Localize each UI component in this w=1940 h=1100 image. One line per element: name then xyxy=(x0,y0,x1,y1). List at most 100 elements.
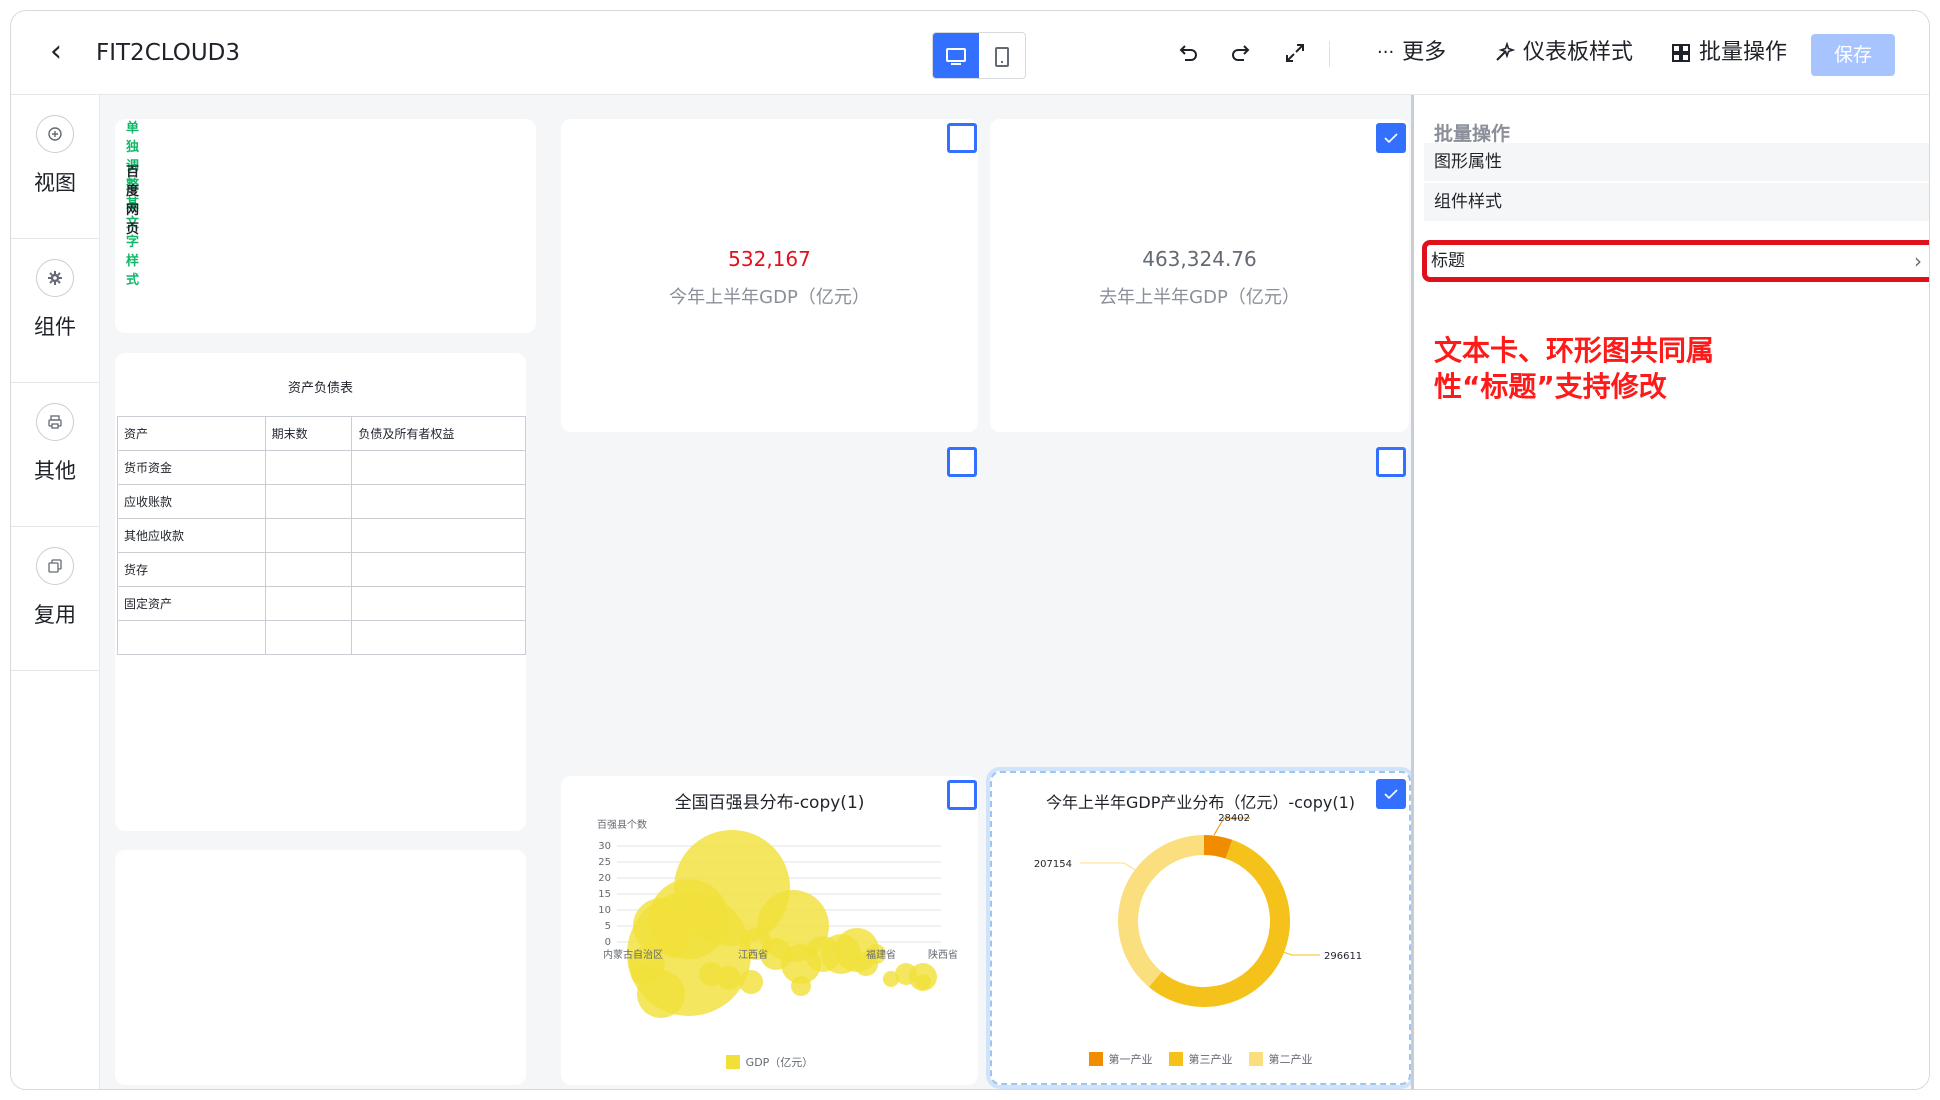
table-row: 固定资产 xyxy=(117,586,526,621)
x-tick-label: 陕西省 xyxy=(928,948,958,961)
table-cell[interactable]: 应收账款 xyxy=(117,484,266,519)
donut-chart-card[interactable]: 今年上半年GDP产业分布（亿元）-copy(1) 28402 207154 2966… xyxy=(990,771,1411,1085)
copy-icon xyxy=(36,547,74,585)
rail-label: 其他 xyxy=(34,459,76,483)
chart-title: 今年上半年GDP产业分布（亿元）-copy(1) xyxy=(1045,793,1356,812)
legend-item[interactable]: 第三产业 xyxy=(1168,1051,1233,1067)
table-row xyxy=(117,620,526,655)
kpi-label: 去年上半年GDP（亿元） xyxy=(1099,287,1300,308)
table-cell[interactable] xyxy=(351,450,526,485)
mobile-view-button[interactable] xyxy=(979,33,1025,78)
table-cell[interactable] xyxy=(264,552,353,587)
select-checkbox[interactable] xyxy=(947,780,977,810)
panel-row-graphic-properties[interactable]: 图形属性 xyxy=(1424,143,1929,181)
data-label: 207154 xyxy=(1034,859,1072,870)
kpi-card-this-year[interactable]: 532,167 今年上半年GDP（亿元） xyxy=(561,119,978,432)
table-cell[interactable] xyxy=(264,450,353,485)
table-cell[interactable]: 期末数 xyxy=(264,416,353,451)
rail-item-component[interactable]: 组件 xyxy=(11,239,99,383)
magic-wand-icon xyxy=(1496,42,1515,61)
device-toggle xyxy=(932,32,1026,79)
select-checkbox-checked[interactable] xyxy=(1376,779,1406,809)
empty-card[interactable] xyxy=(115,850,526,1085)
table-cell[interactable] xyxy=(117,620,266,655)
table-cell[interactable] xyxy=(264,484,353,519)
dashboard-title: FIT2CLOUD3 xyxy=(96,40,241,66)
legend-item[interactable]: 第一产业 xyxy=(1088,1051,1153,1067)
select-checkbox[interactable] xyxy=(947,123,977,153)
table-cell[interactable] xyxy=(351,586,526,621)
rich-text-link[interactable]: 百度网页 xyxy=(126,161,139,237)
table-row: 货存 xyxy=(117,552,526,587)
table-cell[interactable]: 货币资金 xyxy=(117,450,266,485)
panel-title: 批量操作 xyxy=(1434,123,1511,145)
add-circle-icon xyxy=(36,115,74,153)
table-cell[interactable] xyxy=(351,620,526,655)
table-cell[interactable] xyxy=(351,484,526,519)
y-tick-label: 15 xyxy=(598,889,611,900)
table-cell[interactable]: 货存 xyxy=(117,552,266,587)
table-cell[interactable]: 负债及所有者权益 xyxy=(351,416,526,451)
panel-row-component-style[interactable]: 组件样式 xyxy=(1424,183,1929,221)
rail-label: 组件 xyxy=(34,315,76,339)
grid-icon xyxy=(1672,44,1690,62)
table-row: 应收账款 xyxy=(117,484,526,519)
more-label: 更多 xyxy=(1402,40,1447,65)
table-cell[interactable] xyxy=(351,518,526,553)
chart-title: 全国百强县分布-copy(1) xyxy=(674,793,865,813)
bubble xyxy=(631,964,651,984)
table-cell[interactable] xyxy=(351,552,526,587)
batch-operation-button[interactable]: 批量操作 xyxy=(1671,37,1787,69)
legend-item[interactable]: GDP（亿元） xyxy=(725,1054,813,1070)
rail-item-view[interactable]: 视图 xyxy=(11,95,99,239)
select-checkbox-checked[interactable] xyxy=(1376,123,1406,153)
chart-legend: 第一产业 第三产业 第二产业 xyxy=(992,1051,1409,1067)
batch-operation-label: 批量操作 xyxy=(1699,40,1788,65)
rail-label: 视图 xyxy=(34,171,76,195)
y-axis-name: 百强县个数 xyxy=(597,818,647,831)
table-cell[interactable] xyxy=(264,518,353,553)
table-title: 资产负债表 xyxy=(287,381,353,396)
balance-table-card[interactable]: 资产负债表 资产 期末数 负债及所有者权益货币资金 应收账款 其他应收款 货存 固定资产 xyxy=(115,353,526,831)
monitor-icon xyxy=(946,47,966,65)
y-tick-label: 5 xyxy=(605,921,611,932)
table-cell[interactable] xyxy=(264,620,353,655)
donut-chart: 28402 207154 296611 xyxy=(1034,813,1362,1007)
back-icon[interactable]: ‹ xyxy=(41,37,71,67)
undo-icon xyxy=(1179,45,1197,61)
data-label: 296611 xyxy=(1324,951,1362,962)
gear-icon xyxy=(36,259,74,297)
rail-item-reuse[interactable]: 复用 xyxy=(11,527,99,671)
bubble-chart-card[interactable]: 全国百强县分布-copy(1) 百强县个数 30 25 20 15 10 5 0 内蒙古自治区… xyxy=(561,776,978,1085)
desktop-view-button[interactable] xyxy=(933,33,979,78)
undo-button[interactable] xyxy=(1176,37,1200,69)
legend-swatch xyxy=(1168,1052,1183,1066)
table-cell[interactable] xyxy=(264,586,353,621)
bubble xyxy=(915,974,931,990)
legend-item[interactable]: 第二产业 xyxy=(1248,1051,1313,1067)
select-checkbox[interactable] xyxy=(1376,447,1406,477)
select-checkbox[interactable] xyxy=(947,447,977,477)
table-cell[interactable]: 其他应收款 xyxy=(117,518,266,553)
rail-item-other[interactable]: 其他 xyxy=(11,383,99,527)
save-button[interactable]: 保存 xyxy=(1811,34,1895,76)
kpi-value: 463,324.76 xyxy=(1142,247,1257,271)
x-tick-label: 福建省 xyxy=(866,948,896,961)
kpi-card-last-year[interactable]: 463,324.76 去年上半年GDP（亿元） xyxy=(990,119,1409,432)
kpi-value: 532,167 xyxy=(728,247,811,271)
legend-swatch xyxy=(725,1055,740,1069)
ellipsis-icon: ··· xyxy=(1377,42,1395,63)
table-row: 货币资金 xyxy=(117,450,526,485)
phone-icon xyxy=(995,46,1009,67)
panel-row-title[interactable]: 标题 › xyxy=(1422,240,1929,282)
printer-icon xyxy=(36,403,74,441)
table-cell[interactable]: 资产 xyxy=(117,416,266,451)
redo-button[interactable] xyxy=(1229,37,1253,69)
more-button[interactable]: ··· 更多 xyxy=(1377,37,1446,69)
data-label: 28402 xyxy=(1218,813,1250,824)
fullscreen-button[interactable] xyxy=(1283,37,1307,69)
redo-icon xyxy=(1232,45,1250,61)
dashboard-style-button[interactable]: 仪表板样式 xyxy=(1493,37,1633,69)
table-cell[interactable]: 固定资产 xyxy=(117,586,266,621)
rich-text-card[interactable] xyxy=(115,119,536,333)
